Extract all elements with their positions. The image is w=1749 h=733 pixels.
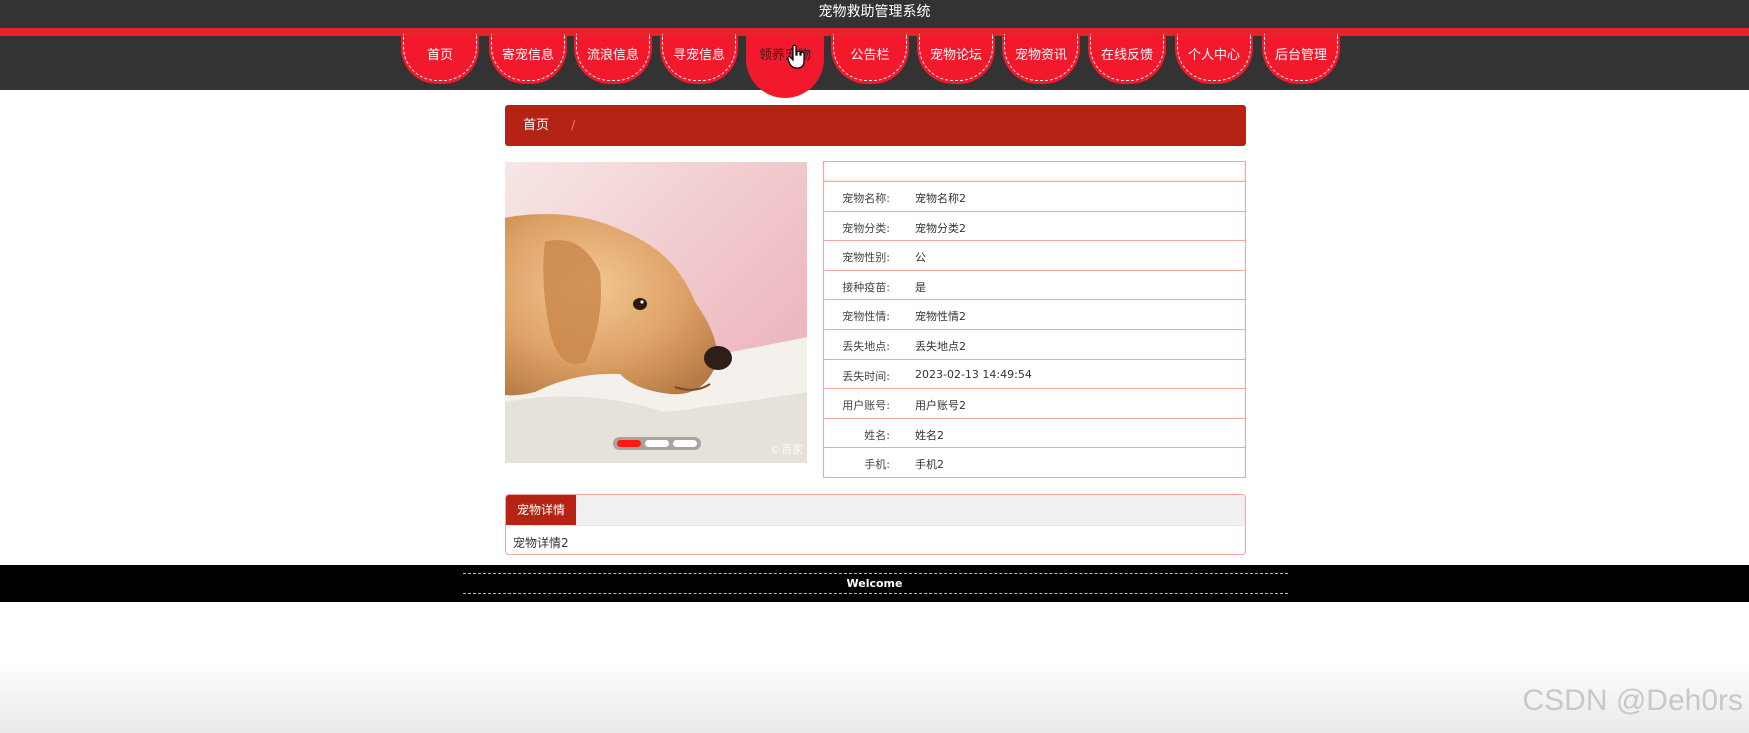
carousel-indicators bbox=[613, 437, 701, 450]
info-label: 宠物性别: bbox=[842, 251, 890, 265]
info-row-pet-category: 宠物分类: 宠物分类2 bbox=[824, 212, 1245, 242]
info-row-pet-gender: 宠物性别: 公 bbox=[824, 241, 1245, 271]
info-row-user-account: 用户账号: 用户账号2 bbox=[824, 389, 1245, 419]
carousel-dot-2[interactable] bbox=[645, 440, 669, 447]
page-bottom-fade bbox=[0, 660, 1749, 733]
pet-info-table: 宠物名称: 宠物名称2 宠物分类: 宠物分类2 宠物性别: 公 接种疫苗: 是 宠物性情… bbox=[823, 161, 1246, 478]
info-row-pet-name: 宠物名称: 宠物名称2 bbox=[824, 182, 1245, 212]
info-value: 公 bbox=[915, 251, 926, 265]
breadcrumb-separator: / bbox=[571, 118, 576, 132]
info-row-lost-time: 丢失时间: 2023-02-13 14:49:54 bbox=[824, 360, 1245, 390]
info-label: 宠物性情: bbox=[842, 310, 890, 324]
pet-info-header bbox=[824, 162, 1245, 182]
detail-tab-bar: 宠物详情 bbox=[506, 495, 1245, 526]
pet-dog-image bbox=[505, 162, 807, 463]
info-row-temperament: 宠物性情: 宠物性情2 bbox=[824, 300, 1245, 330]
carousel-dot-1[interactable] bbox=[617, 440, 641, 447]
image-watermark: ©百家 bbox=[770, 443, 803, 456]
info-value: 姓名2 bbox=[915, 428, 944, 442]
info-row-vaccinated: 接种疫苗: 是 bbox=[824, 271, 1245, 301]
breadcrumb: 首页 / bbox=[505, 105, 1246, 146]
tab-pet-detail[interactable]: 宠物详情 bbox=[506, 495, 576, 525]
footer: Welcome bbox=[0, 565, 1749, 602]
csdn-watermark: CSDN @Deh0rs bbox=[1522, 684, 1743, 717]
breadcrumb-home-link[interactable]: 首页 bbox=[523, 118, 549, 133]
info-value: 是 bbox=[915, 280, 926, 294]
info-label: 宠物名称: bbox=[842, 192, 890, 205]
info-value: 宠物分类2 bbox=[915, 221, 966, 235]
pet-detail-panel: 宠物详情 宠物详情2 bbox=[505, 494, 1246, 555]
info-row-name: 姓名: 姓名2 bbox=[824, 419, 1245, 449]
hand-cursor-icon bbox=[787, 44, 805, 69]
info-value: 用户账号2 bbox=[915, 399, 966, 413]
footer-welcome: Welcome bbox=[846, 577, 903, 590]
info-value: 手机2 bbox=[915, 458, 944, 472]
info-label: 用户账号: bbox=[842, 399, 890, 413]
pet-photo-carousel[interactable]: ©百家 bbox=[505, 162, 807, 463]
info-row-lost-location: 丢失地点: 丢失地点2 bbox=[824, 330, 1245, 360]
info-label: 接种疫苗: bbox=[842, 280, 890, 294]
app-title: 宠物救助管理系统 bbox=[0, 0, 1749, 28]
info-label: 手机: bbox=[864, 458, 890, 472]
info-label: 姓名: bbox=[864, 428, 890, 442]
info-label: 宠物分类: bbox=[842, 221, 890, 235]
info-label: 丢失时间: bbox=[842, 369, 890, 383]
info-value: 丢失地点2 bbox=[915, 339, 966, 353]
info-label: 丢失地点: bbox=[842, 339, 890, 353]
carousel-dot-3[interactable] bbox=[673, 440, 697, 447]
info-row-phone: 手机: 手机2 bbox=[824, 448, 1245, 478]
pet-detail-content: 宠物详情2 bbox=[513, 536, 569, 550]
footer-top-divider bbox=[463, 573, 1288, 574]
info-value: 2023-02-13 14:49:54 bbox=[915, 367, 1032, 381]
footer-bottom-divider bbox=[463, 593, 1288, 594]
header-accent-line bbox=[0, 28, 1749, 36]
info-value: 宠物性情2 bbox=[915, 310, 966, 324]
info-value: 宠物名称2 bbox=[915, 192, 966, 205]
